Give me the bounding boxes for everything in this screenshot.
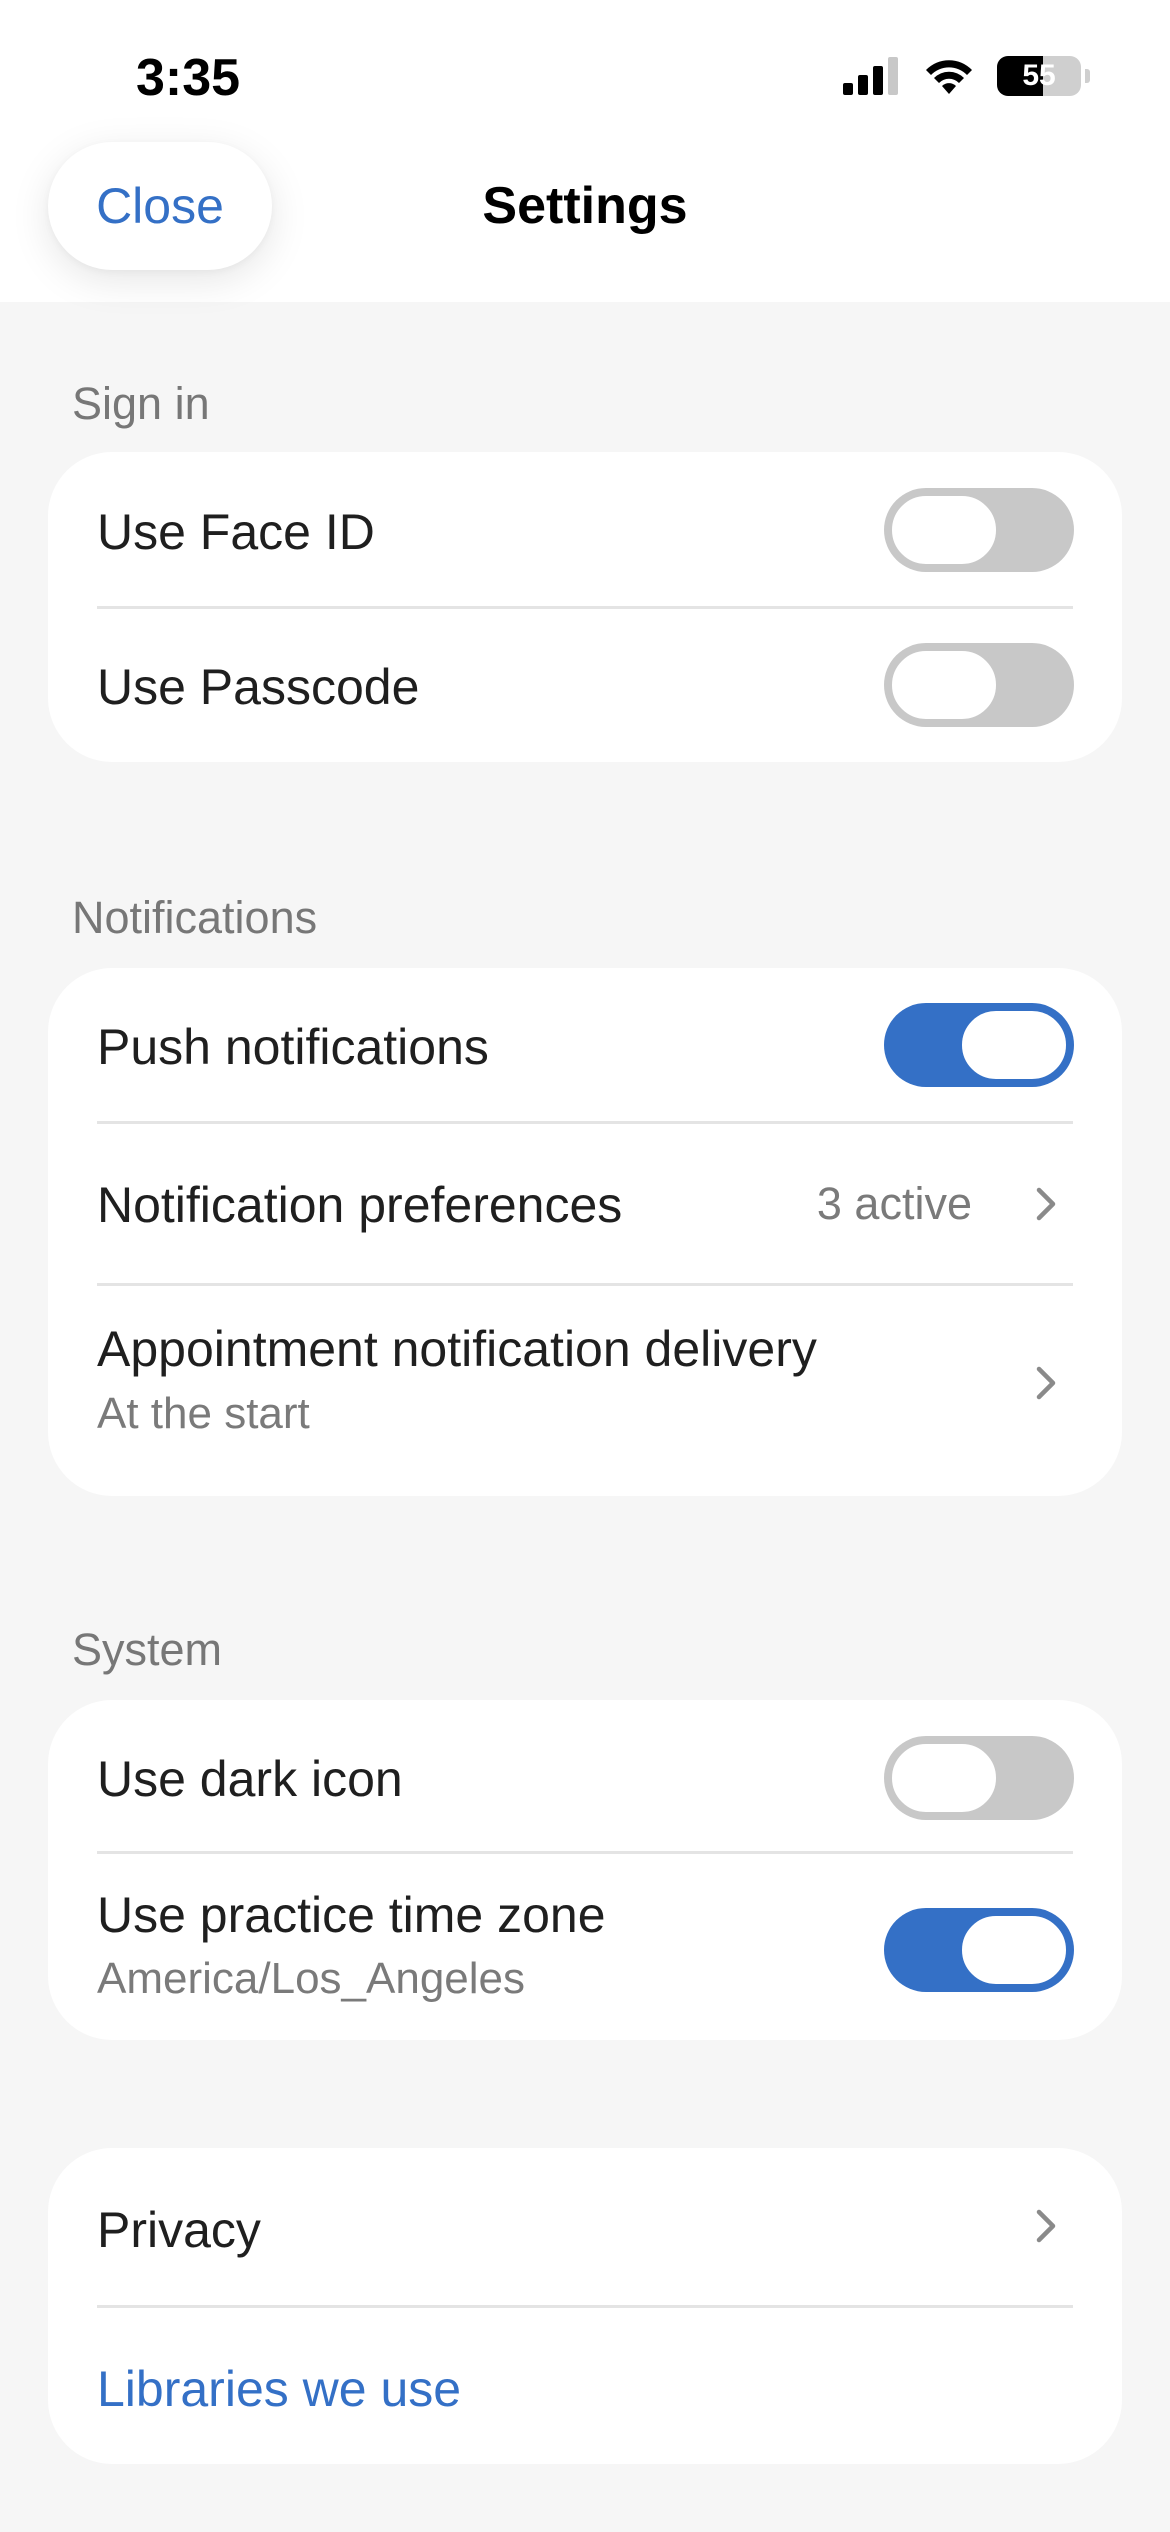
practice-time-zone-label: Use practice time zone (97, 1887, 606, 1943)
passcode-toggle[interactable] (884, 643, 1074, 727)
battery-icon: 55 (997, 56, 1081, 96)
dark-icon-label: Use dark icon (97, 1751, 403, 1807)
row-libraries-we-use[interactable]: Libraries we use (48, 2308, 1122, 2464)
toggle-knob (888, 1740, 1000, 1816)
cellular-signal-icon (843, 57, 898, 95)
privacy-label: Privacy (97, 2202, 261, 2258)
notifications-card: Push notifications Notification preferen… (48, 968, 1122, 1496)
dark-icon-toggle[interactable] (884, 1736, 1074, 1820)
system-card: Use dark icon Use practice time zone Ame… (48, 1700, 1122, 2040)
row-appointment-notification-delivery[interactable]: Appointment notification delivery At the… (48, 1286, 1122, 1496)
toggle-knob (888, 492, 1000, 568)
toggle-knob (958, 1007, 1070, 1083)
face-id-label: Use Face ID (97, 504, 375, 560)
row-use-passcode: Use Passcode (48, 608, 1122, 762)
section-label-system: System (72, 1624, 223, 1675)
page-title: Settings (482, 177, 688, 235)
wifi-icon (926, 60, 972, 94)
face-id-toggle[interactable] (884, 488, 1074, 572)
row-privacy[interactable]: Privacy (48, 2148, 1122, 2306)
battery-cap (1085, 69, 1090, 83)
battery-level: 55 (1022, 59, 1056, 92)
about-card: Privacy Libraries we use (48, 2148, 1122, 2464)
row-use-practice-time-zone: Use practice time zone America/Los_Angel… (48, 1854, 1122, 2040)
toggle-knob (888, 647, 1000, 723)
row-use-face-id: Use Face ID (48, 452, 1122, 608)
notification-preferences-label: Notification preferences (97, 1177, 623, 1233)
push-notifications-label: Push notifications (97, 1019, 489, 1075)
status-bar: 3:35 55 (0, 0, 1170, 150)
status-icons: 55 (843, 56, 1090, 96)
push-notifications-toggle[interactable] (884, 1003, 1074, 1087)
libraries-we-use-link[interactable]: Libraries we use (97, 2360, 461, 2418)
row-push-notifications: Push notifications (48, 968, 1122, 1122)
chevron-right-icon (1036, 1187, 1056, 1221)
chevron-right-icon (1036, 2209, 1056, 2243)
row-use-dark-icon: Use dark icon (48, 1700, 1122, 1852)
header: 3:35 55 Close Settings (0, 0, 1170, 302)
practice-time-zone-value: America/Los_Angeles (97, 1954, 526, 2003)
section-label-sign-in: Sign in (72, 378, 210, 429)
status-time: 3:35 (136, 49, 241, 107)
appointment-delivery-value: At the start (97, 1389, 310, 1438)
chevron-right-icon (1036, 1366, 1056, 1400)
notification-preferences-value: 3 active (816, 1178, 972, 1229)
row-notification-preferences[interactable]: Notification preferences 3 active (48, 1124, 1122, 1284)
appointment-delivery-label: Appointment notification delivery (97, 1321, 817, 1377)
practice-time-zone-toggle[interactable] (884, 1908, 1074, 1992)
toggle-knob (958, 1912, 1070, 1988)
section-label-notifications: Notifications (72, 892, 318, 943)
passcode-label: Use Passcode (97, 659, 420, 715)
sign-in-card: Use Face ID Use Passcode (48, 452, 1122, 762)
